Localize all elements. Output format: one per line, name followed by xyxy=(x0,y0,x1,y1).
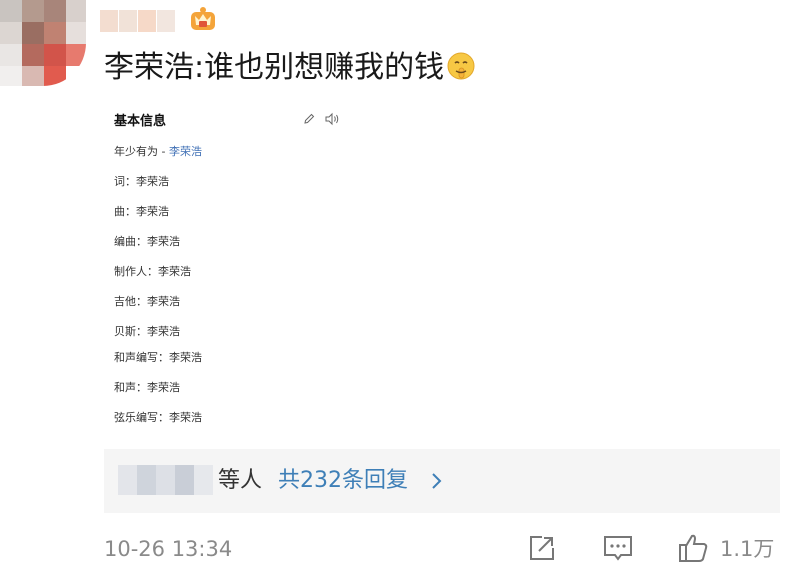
comment-text: 李荣浩:谁也别想赚我的钱 xyxy=(104,48,476,88)
avatar-pixel xyxy=(0,22,22,44)
reply-count-link[interactable]: 共232条回复 xyxy=(278,464,408,498)
comment-icon[interactable] xyxy=(602,533,634,563)
avatar-pixel xyxy=(66,44,86,66)
username-blurred[interactable] xyxy=(100,8,176,34)
avatar-pixel xyxy=(22,44,44,66)
speaker-icon xyxy=(325,112,339,126)
pencil-icon xyxy=(304,113,315,124)
card-heading: 基本信息 xyxy=(114,114,167,129)
blur-block xyxy=(119,10,137,32)
credit-row: 编曲：李荣浩 xyxy=(114,235,180,248)
avatar-pixel xyxy=(44,0,66,22)
share-icon[interactable] xyxy=(527,533,557,563)
song-prefix: 年少有为 - xyxy=(114,145,169,158)
avatar-pixel xyxy=(66,66,86,86)
crown-vip-icon xyxy=(191,7,215,30)
avatar[interactable] xyxy=(0,0,86,86)
avatar-pixel xyxy=(0,0,22,22)
avatar-pixel xyxy=(22,66,44,86)
avatar-pixel xyxy=(0,66,22,86)
comment-body: 李荣浩:谁也别想赚我的钱 xyxy=(104,50,445,85)
shushing-face-icon xyxy=(447,52,475,80)
blur-block xyxy=(156,465,175,495)
blur-block xyxy=(194,465,213,495)
credit-row: 弦乐编写：李荣浩 xyxy=(114,411,202,424)
credit-row: 制作人：李荣浩 xyxy=(114,265,191,278)
credit-row: 吉他：李荣浩 xyxy=(114,295,180,308)
avatar-pixel xyxy=(22,0,44,22)
reply-users-suffix: 等人 xyxy=(218,468,263,493)
chevron-right-icon xyxy=(432,473,442,489)
avatar-pixel xyxy=(44,22,66,44)
avatar-pixel xyxy=(66,0,86,22)
blur-block xyxy=(137,465,156,495)
avatar-pixel xyxy=(44,66,66,86)
embedded-info-image[interactable]: 基本信息 年少有为 - 李荣浩 词：李荣浩 曲：李荣浩 编曲：李荣浩 制作人：李… xyxy=(104,98,394,438)
credit-row: 词：李荣浩 xyxy=(114,175,169,188)
avatar-pixel xyxy=(66,22,86,44)
song-artist-link: 李荣浩 xyxy=(168,145,202,158)
reply-usernames-blurred xyxy=(118,465,213,495)
like-count: 1.1万 xyxy=(720,537,775,561)
credit-row: 贝斯：李荣浩 xyxy=(114,325,180,338)
avatar-pixel xyxy=(0,44,22,66)
credit-row: 和声：李荣浩 xyxy=(114,381,180,394)
thumbs-up-icon[interactable] xyxy=(677,532,709,564)
blur-block xyxy=(138,10,156,32)
credit-row: 和声编写：李荣浩 xyxy=(114,351,202,364)
blur-block xyxy=(175,465,194,495)
avatar-pixel xyxy=(44,44,66,66)
avatar-pixel xyxy=(22,22,44,44)
comment-timestamp: 10-26 13:34 xyxy=(104,537,233,561)
credit-row: 曲：李荣浩 xyxy=(114,205,169,218)
blur-block xyxy=(100,10,118,32)
song-title-row: 年少有为 - 李荣浩 xyxy=(114,143,202,159)
blur-block xyxy=(157,10,175,32)
blur-block xyxy=(118,465,137,495)
replies-summary[interactable]: 等人 共232条回复 xyxy=(104,449,780,513)
